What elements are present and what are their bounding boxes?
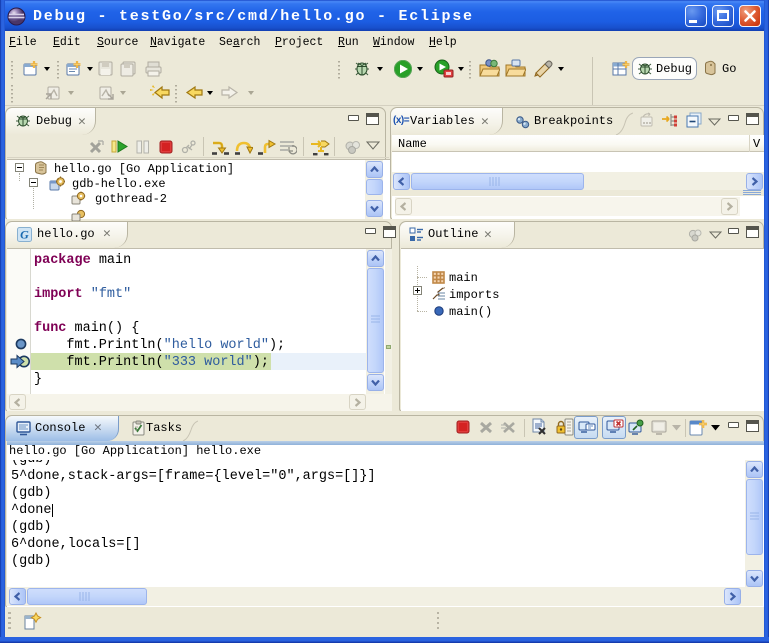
svg-text:G: G [20,228,29,242]
